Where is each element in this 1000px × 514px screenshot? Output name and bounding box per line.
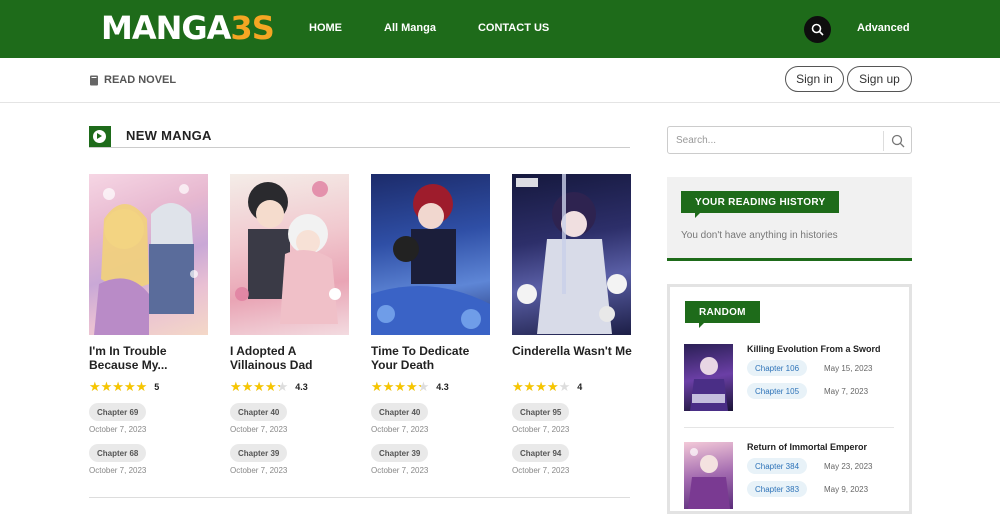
search-input[interactable] [676,132,876,148]
nav-all-manga[interactable]: All Manga [384,22,436,34]
read-novel-label: READ NOVEL [104,74,177,86]
rating: ★★★★★★★★★★ 4 [512,380,582,393]
manga-card[interactable]: Time To Dedicate Your Death ★★★★★★★★★★ 4… [371,174,491,475]
nav-contact-us[interactable]: CONTACT US [478,22,549,34]
chapter-date: October 7, 2023 [230,425,288,434]
reading-history-title: YOUR READING HISTORY [681,191,840,218]
sign-in-button[interactable]: Sign in [785,66,844,92]
manga-title[interactable]: Time To Dedicate Your Death [371,344,496,372]
random-panel: RANDOM Killing Evolution From a Sword Ch… [667,284,912,514]
search-toggle-button[interactable] [804,16,831,43]
random-chapter-link[interactable]: Chapter 105 [747,383,808,399]
rating: ★★★★★★★★★★ 4.3 [230,380,308,393]
search-icon [811,23,824,36]
section-title: NEW MANGA [126,128,212,143]
random-chapter-date: May 9, 2023 [824,485,869,494]
random-chapter-date: May 15, 2023 [824,364,873,373]
random-thumbnail[interactable] [684,442,733,509]
rating-score: 4.3 [295,381,308,392]
sign-up-button[interactable]: Sign up [847,66,912,92]
rating-score: 4.3 [436,381,449,392]
book-icon [90,75,98,85]
main-nav: HOME All Manga CONTACT US [309,22,591,34]
chapter-link[interactable]: Chapter 68 [89,444,147,462]
new-manga-header: NEW MANGA [89,126,630,148]
rating: ★★★★★★★★★★ 4.3 [371,380,449,393]
chapter-date: October 7, 2023 [89,425,147,434]
top-navbar: MANGA3S HOME All Manga CONTACT US Advanc… [0,0,1000,58]
read-novel-link[interactable]: READ NOVEL [89,74,176,86]
advanced-search-link[interactable]: Advanced [857,22,910,34]
manga-cover[interactable] [89,174,208,335]
random-chapter-link[interactable]: Chapter 383 [747,481,808,497]
star-rating: ★★★★★★★★★★ [89,379,148,394]
random-chapter-link[interactable]: Chapter 106 [747,360,808,376]
manga-cover[interactable] [512,174,631,335]
chapter-link[interactable]: Chapter 69 [89,403,147,421]
rating: ★★★★★ ★★★★★ 5 [89,380,159,393]
random-chapter-date: May 23, 2023 [824,462,873,471]
random-thumbnail[interactable] [684,344,733,411]
reading-history-empty: You don't have anything in histories [681,230,838,241]
chapter-link[interactable]: Chapter 40 [371,403,429,421]
chapter-link[interactable]: Chapter 40 [230,403,288,421]
random-item-title[interactable]: Killing Evolution From a Sword [747,344,881,354]
secondary-bar: READ NOVEL Sign in Sign up [0,58,1000,103]
chapter-link[interactable]: Chapter 39 [230,444,288,462]
chapter-date: October 7, 2023 [371,425,429,434]
chapter-link[interactable]: Chapter 39 [371,444,429,462]
sidebar-search [667,126,912,154]
logo-text: MANGA [101,9,231,47]
random-chapter-date: May 7, 2023 [824,387,869,396]
manga-cover[interactable] [371,174,490,335]
manga-card[interactable]: Cinderella Wasn't Me ★★★★★★★★★★ 4 Chapte… [512,174,632,475]
divider [684,427,894,428]
chapter-date: October 7, 2023 [89,466,147,475]
manga-cover[interactable] [230,174,349,335]
logo-accent-text: 3S [230,9,274,47]
star-rating: ★★★★★★★★★★ [512,379,571,394]
star-rating: ★★★★★★★★★★ [371,379,430,394]
search-divider [883,131,884,151]
chapter-link[interactable]: Chapter 94 [512,444,570,462]
manga-card[interactable]: I Adopted A Villainous Dad ★★★★★★★★★★ 4.… [230,174,350,475]
manga-card[interactable]: I'm In Trouble Because My... ★★★★★ ★★★★★ … [89,174,209,475]
rating-score: 5 [154,381,160,392]
chapter-date: October 7, 2023 [230,466,288,475]
chapter-date: October 7, 2023 [512,466,570,475]
manga-title[interactable]: I Adopted A Villainous Dad [230,344,355,372]
chapter-link[interactable]: Chapter 95 [512,403,570,421]
divider [89,497,630,498]
random-chapter-link[interactable]: Chapter 384 [747,458,808,474]
nav-home[interactable]: HOME [309,22,342,34]
manga-title[interactable]: I'm In Trouble Because My... [89,344,214,372]
chevron-right-icon [89,126,111,147]
manga-title[interactable]: Cinderella Wasn't Me [512,344,637,358]
random-title: RANDOM [685,301,760,328]
chapter-date: October 7, 2023 [371,466,429,475]
rating-score: 4 [577,381,583,392]
chapter-date: October 7, 2023 [512,425,570,434]
site-logo[interactable]: MANGA3S [101,9,275,47]
reading-history-panel: YOUR READING HISTORY You don't have anyt… [667,177,912,261]
star-rating: ★★★★★★★★★★ [230,379,289,394]
search-icon[interactable] [891,134,905,148]
random-item-title[interactable]: Return of Immortal Emperor [747,442,867,452]
